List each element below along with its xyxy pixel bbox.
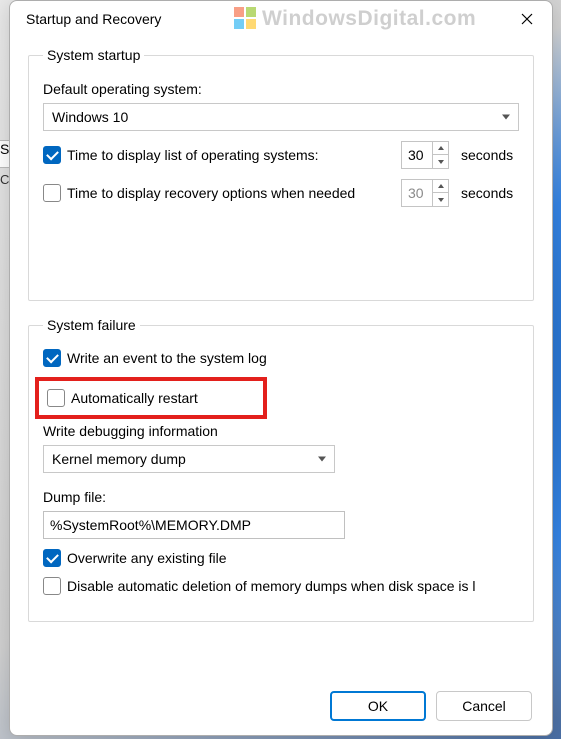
spinner-up[interactable] (433, 142, 448, 155)
display-recovery-checkbox[interactable] (43, 184, 61, 202)
seconds-spinner[interactable] (432, 142, 448, 168)
chevron-down-icon (318, 457, 326, 462)
startup-recovery-dialog: Startup and Recovery WindowsDigital.com … (9, 0, 553, 736)
overwrite-label: Overwrite any existing file (67, 550, 227, 566)
close-icon (521, 13, 533, 25)
system-startup-legend: System startup (43, 47, 144, 63)
system-startup-group: System startup Default operating system:… (28, 47, 534, 301)
watermark: WindowsDigital.com (234, 7, 476, 31)
system-failure-group: System failure Write an event to the sys… (28, 317, 534, 622)
close-button[interactable] (508, 5, 546, 33)
chevron-down-icon (502, 115, 510, 120)
default-os-value: Windows 10 (52, 109, 128, 125)
spinner-down[interactable] (433, 155, 448, 168)
dump-file-label: Dump file: (43, 489, 519, 505)
seconds-unit: seconds (461, 185, 513, 201)
arrow-up-icon (438, 184, 444, 188)
overwrite-checkbox[interactable] (43, 549, 61, 567)
cancel-button[interactable]: Cancel (436, 691, 532, 721)
display-recovery-label: Time to display recovery options when ne… (67, 185, 355, 201)
display-os-list-checkbox[interactable] (43, 146, 61, 164)
windows-logo-icon (234, 7, 256, 29)
auto-restart-label: Automatically restart (71, 390, 198, 406)
system-failure-legend: System failure (43, 317, 140, 333)
dialog-footer: OK Cancel (28, 687, 534, 721)
write-debug-label: Write debugging information (43, 423, 519, 439)
seconds-unit: seconds (461, 147, 513, 163)
dump-type-select[interactable]: Kernel memory dump (43, 445, 335, 473)
write-event-label: Write an event to the system log (67, 350, 267, 366)
ok-button[interactable]: OK (330, 691, 426, 721)
auto-restart-checkbox[interactable] (47, 389, 65, 407)
display-recovery-seconds-input: 30 (401, 179, 449, 207)
dump-type-value: Kernel memory dump (52, 451, 186, 467)
display-os-list-label: Time to display list of operating system… (67, 147, 319, 163)
seconds-spinner-disabled (432, 180, 448, 206)
titlebar: Startup and Recovery WindowsDigital.com (10, 1, 552, 37)
arrow-down-icon (438, 198, 444, 202)
arrow-down-icon (438, 160, 444, 164)
highlight-box: Automatically restart (35, 377, 267, 419)
default-os-select[interactable]: Windows 10 (43, 103, 519, 131)
default-os-label: Default operating system: (43, 81, 519, 97)
dialog-title: Startup and Recovery (26, 11, 161, 27)
write-event-checkbox[interactable] (43, 349, 61, 367)
disable-deletion-checkbox[interactable] (43, 577, 61, 595)
display-os-list-seconds-input[interactable]: 30 (401, 141, 449, 169)
disable-deletion-label: Disable automatic deletion of memory dum… (67, 578, 476, 594)
arrow-up-icon (438, 146, 444, 150)
dump-file-input[interactable]: %SystemRoot%\MEMORY.DMP (43, 511, 345, 539)
